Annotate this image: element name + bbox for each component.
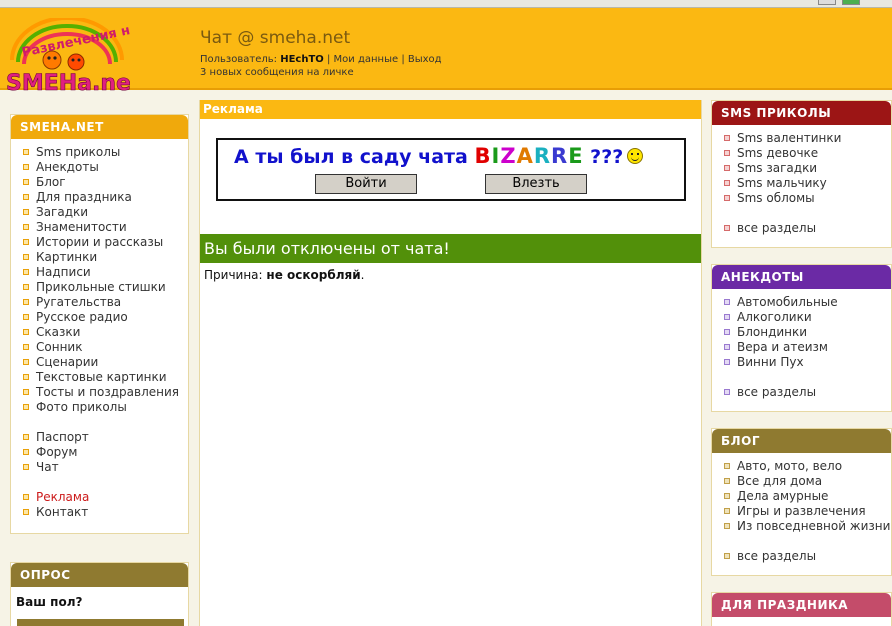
blog-panel: БЛОГ Авто, мото, вело Все для дома Дела … — [711, 428, 892, 576]
menu-item[interactable]: Надписи — [21, 265, 188, 280]
jokes-panel-title: АНЕКДОТЫ — [712, 265, 891, 289]
menu-item[interactable]: Sms приколы — [21, 145, 188, 160]
sms-menu: Sms валентинки Sms девочке Sms загадки S… — [712, 125, 891, 236]
menu-item[interactable]: Вера и атеизм — [722, 340, 891, 355]
menu-item[interactable]: Истории и рассказы — [21, 235, 188, 250]
brand-letter: R — [551, 144, 569, 168]
site-menu-panel: SMEHA.NET Sms приколы Анекдоты Блог Для … — [10, 114, 189, 534]
menu-item[interactable]: Прикольные стишки — [21, 280, 188, 295]
jokes-menu: Автомобильные Алкоголики Блондинки Вера … — [712, 289, 891, 400]
menu-item[interactable]: Для праздника — [21, 190, 188, 205]
menu-item[interactable]: Русское радио — [21, 310, 188, 325]
menu-item-passport[interactable]: Паспорт — [21, 430, 188, 445]
banner-brand: BIZARRE — [475, 144, 584, 168]
new-messages-link[interactable]: 3 новых сообщения на личке — [200, 67, 354, 78]
menu-item-forum[interactable]: Форум — [21, 445, 188, 460]
brand-letter: E — [568, 144, 584, 168]
menu-item[interactable]: Sms мальчику — [722, 176, 891, 191]
menu-item[interactable]: Автомобильные — [722, 295, 891, 310]
holiday-panel: ДЛЯ ПРАЗДНИКА — [711, 592, 892, 626]
brand-letter: R — [533, 144, 552, 168]
smiley-icon — [627, 148, 644, 164]
window-button[interactable] — [842, 0, 860, 5]
menu-item[interactable]: Все для дома — [722, 474, 891, 489]
banner-phrase: А ты был в саду чата — [234, 146, 468, 168]
site-menu: Sms приколы Анекдоты Блог Для праздника … — [11, 139, 188, 520]
site-menu-title: SMEHA.NET — [11, 115, 188, 139]
page-title: Чат @ smeha.net — [200, 28, 351, 48]
window-top-strip — [0, 0, 892, 8]
main-content: Реклама А ты был в саду чата BIZARRE ???… — [199, 100, 702, 626]
all-sections-link[interactable]: все разделы — [722, 549, 891, 564]
menu-item[interactable]: Авто, мото, вело — [722, 459, 891, 474]
menu-item[interactable]: Сценарии — [21, 355, 188, 370]
reason-label: Причина: — [204, 268, 263, 282]
menu-item[interactable]: Блондинки — [722, 325, 891, 340]
window-button[interactable] — [818, 0, 836, 5]
enter-button[interactable]: Войти — [315, 174, 417, 194]
menu-item[interactable]: Дела амурные — [722, 489, 891, 504]
menu-item[interactable]: Винни Пух — [722, 355, 891, 370]
menu-item[interactable]: Игры и развлечения — [722, 504, 891, 519]
menu-item[interactable]: Sms загадки — [722, 161, 891, 176]
user-line: Пользователь: HEchTO | Мои данные | Выхо… — [200, 54, 442, 65]
brand-letter: Z — [500, 144, 517, 168]
user-label: Пользователь: — [200, 54, 278, 65]
menu-item[interactable]: Sms девочке — [722, 146, 891, 161]
jokes-panel: АНЕКДОТЫ Автомобильные Алкоголики Блонди… — [711, 264, 892, 412]
holiday-panel-title: ДЛЯ ПРАЗДНИКА — [712, 593, 891, 617]
disconnected-heading: Вы были отключены от чата! — [200, 234, 701, 263]
menu-item[interactable]: Сонник — [21, 340, 188, 355]
menu-item[interactable]: Сказки — [21, 325, 188, 340]
poll-panel: ОПРОС Ваш пол? — [10, 562, 189, 626]
menu-item[interactable]: Sms обломы — [722, 191, 891, 206]
menu-item[interactable]: Анекдоты — [21, 160, 188, 175]
separator: | — [401, 54, 405, 65]
reason-end: . — [360, 268, 365, 282]
poll-title: ОПРОС — [11, 563, 188, 587]
ad-title: Реклама — [200, 100, 701, 119]
logo-bottom-text: SMEHa.net — [6, 71, 130, 94]
sms-panel-title: SMS ПРИКОЛЫ — [712, 101, 891, 125]
sms-panel: SMS ПРИКОЛЫ Sms валентинки Sms девочке S… — [711, 100, 892, 248]
menu-item[interactable]: Фото приколы — [21, 400, 188, 415]
menu-item[interactable]: Знаменитости — [21, 220, 188, 235]
poll-question: Ваш пол? — [16, 595, 83, 609]
menu-item-contact[interactable]: Контакт — [21, 505, 188, 520]
separator: | — [326, 54, 331, 65]
all-sections-link[interactable]: все разделы — [722, 385, 891, 400]
menu-item[interactable]: Алкоголики — [722, 310, 891, 325]
reason-value: не оскорбляй — [266, 268, 361, 282]
menu-item[interactable]: Картинки — [21, 250, 188, 265]
menu-item[interactable]: Блог — [21, 175, 188, 190]
menu-item[interactable]: Sms валентинки — [722, 131, 891, 146]
my-data-link[interactable]: Мои данные — [334, 54, 399, 65]
brand-letter: A — [516, 144, 534, 168]
menu-item-ads[interactable]: Реклама — [21, 490, 188, 505]
menu-item[interactable]: Из повседневной жизни — [722, 519, 891, 534]
menu-item[interactable]: Загадки — [21, 205, 188, 220]
logout-link[interactable]: Выход — [408, 54, 442, 65]
header: Развлечения на SMEHa.net Чат @ smeha.net… — [0, 8, 892, 94]
banner-question: ??? — [590, 146, 624, 168]
blog-panel-title: БЛОГ — [712, 429, 891, 453]
menu-item-chat[interactable]: Чат — [21, 460, 188, 475]
blog-menu: Авто, мото, вело Все для дома Дела амурн… — [712, 453, 891, 564]
climb-in-button[interactable]: Влезть — [485, 174, 587, 194]
reason-line: Причина: не оскорбляй. — [204, 268, 364, 282]
site-logo[interactable]: Развлечения на SMEHa.net — [4, 18, 130, 94]
banner-text: А ты был в саду чата BIZARRE ??? — [234, 144, 644, 168]
menu-item[interactable]: Текстовые картинки — [21, 370, 188, 385]
ad-banner[interactable]: А ты был в саду чата BIZARRE ??? Войти В… — [216, 138, 686, 201]
user-name[interactable]: HEchTO — [280, 54, 324, 65]
poll-bar — [17, 619, 184, 626]
all-sections-link[interactable]: все разделы — [722, 221, 891, 236]
menu-item[interactable]: Ругательства — [21, 295, 188, 310]
brand-letter: B — [474, 144, 492, 168]
menu-item[interactable]: Тосты и поздравления — [21, 385, 188, 400]
